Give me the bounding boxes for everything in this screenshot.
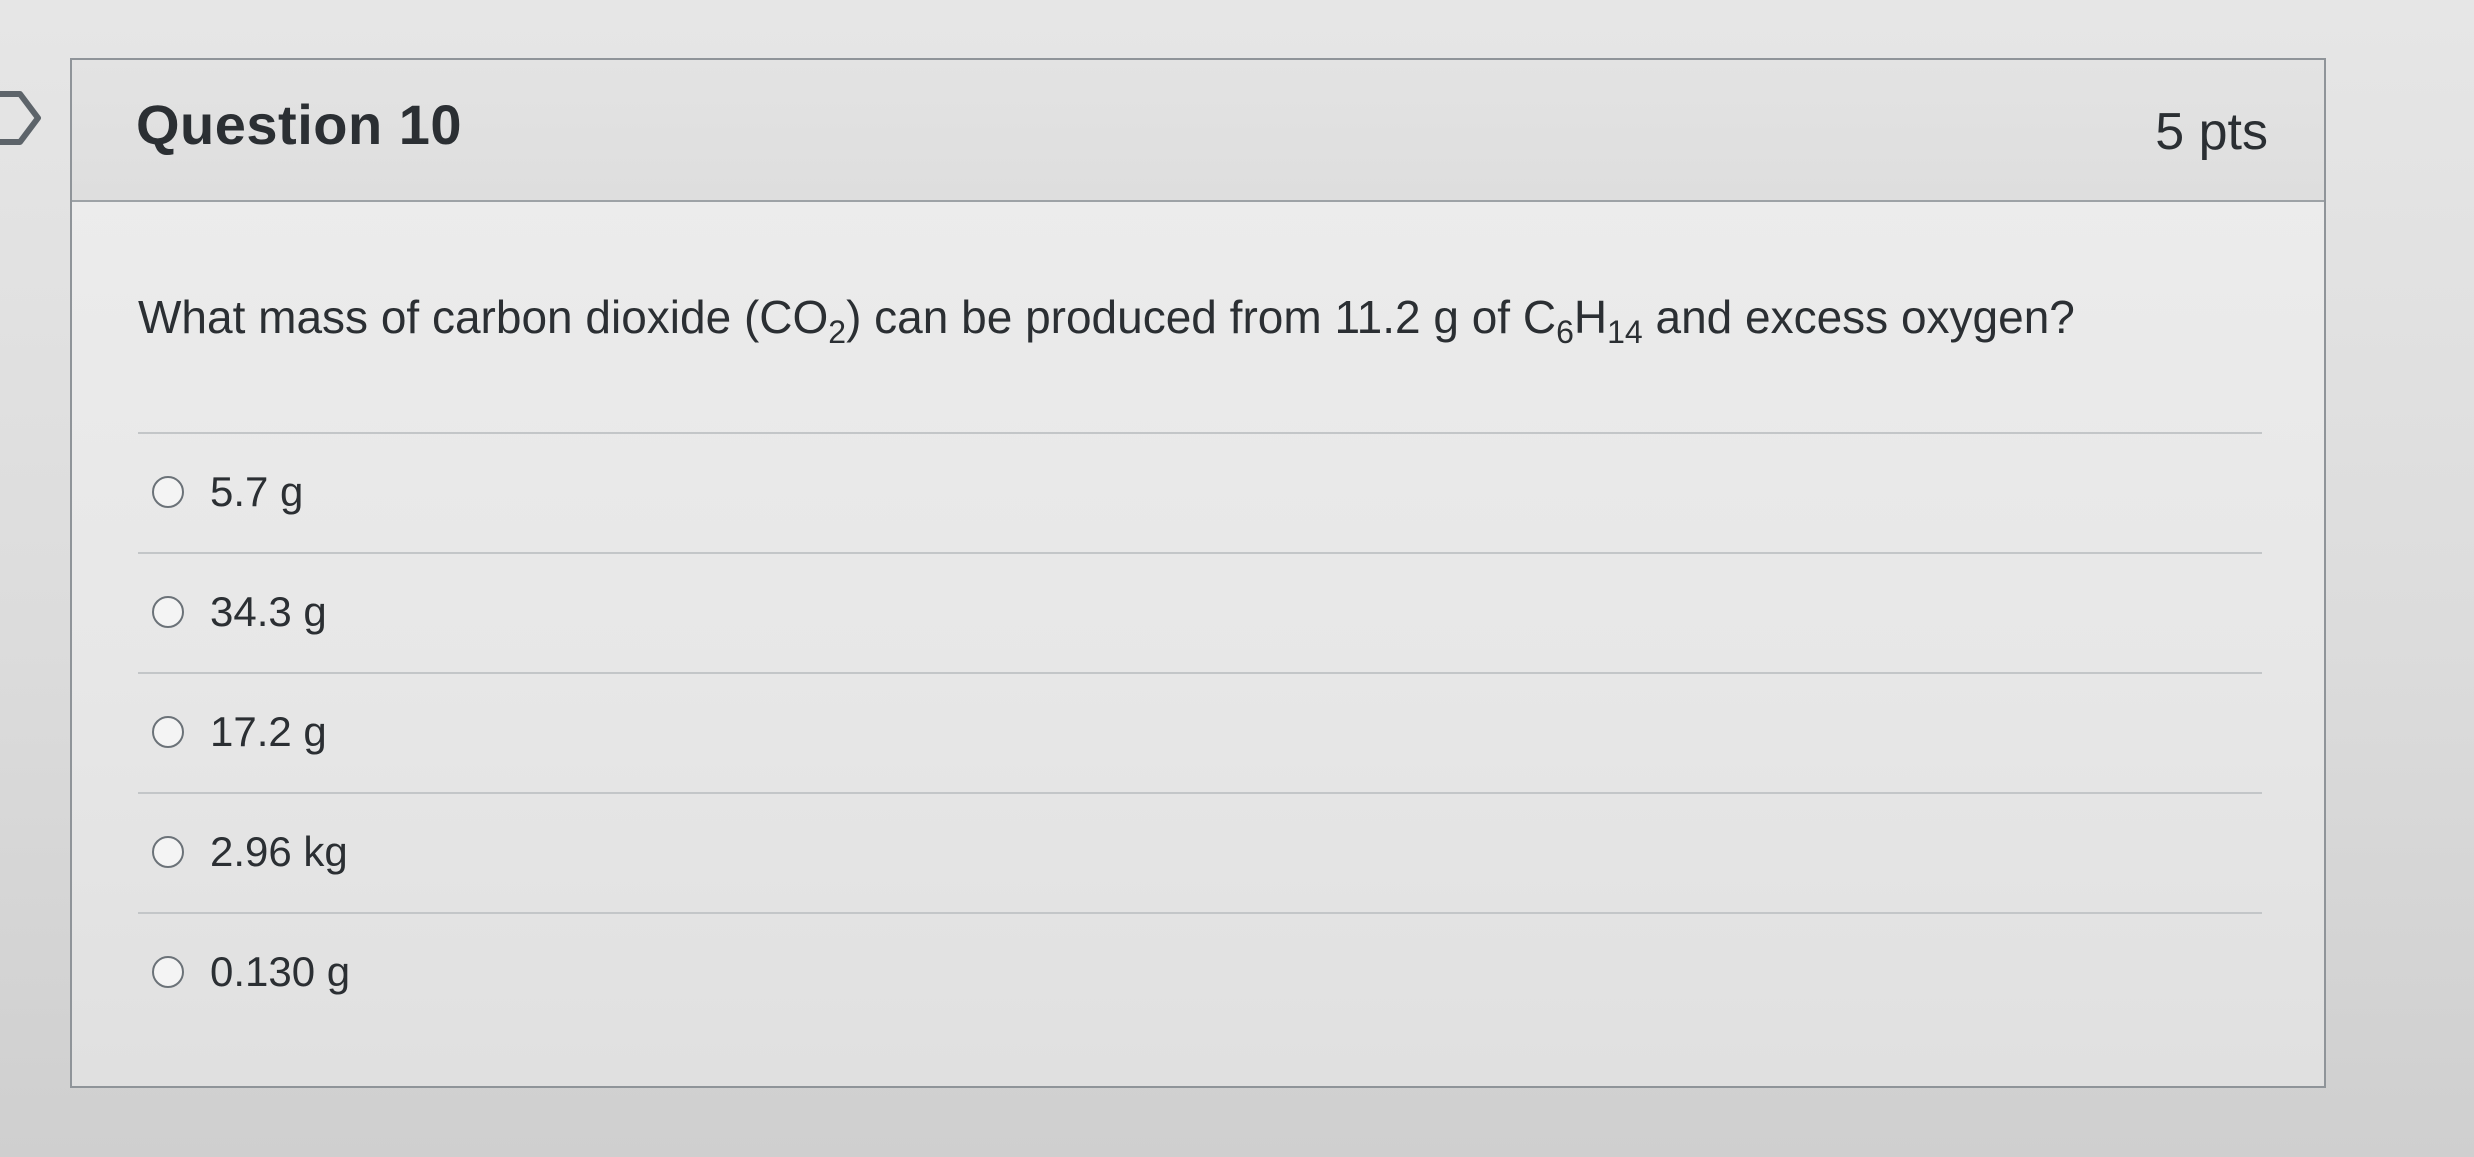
- answer-divider: [138, 432, 2262, 434]
- subscript: 6: [1556, 314, 1574, 350]
- radio-unchecked-icon[interactable]: [152, 476, 184, 508]
- question-title: Question 10: [136, 93, 463, 156]
- subscript: 2: [828, 314, 847, 350]
- radio-unchecked-icon[interactable]: [152, 596, 184, 628]
- question-card: Question 10 5 pts What mass of carbon di…: [70, 58, 2326, 1088]
- question-header: Question 10 5 pts: [72, 60, 2324, 202]
- answer-divider: [138, 912, 2262, 914]
- answer-label: 17.2 g: [210, 708, 327, 755]
- answer-label: 0.130 g: [210, 948, 351, 995]
- answer-label: 2.96 kg: [210, 828, 348, 875]
- answer-divider: [138, 792, 2262, 794]
- answer-option-5[interactable]: 0.130 g: [152, 937, 350, 1007]
- question-text-part: and excess oxygen?: [1642, 291, 2075, 343]
- question-text: What mass of carbon dioxide (CO2) can be…: [138, 290, 2075, 351]
- answer-divider: [138, 672, 2262, 674]
- question-text-part: What mass of carbon dioxide (CO: [138, 291, 829, 343]
- radio-unchecked-icon[interactable]: [152, 716, 184, 748]
- question-text-part: H: [1573, 291, 1608, 343]
- question-points: 5 pts: [2155, 103, 2268, 161]
- subscript: 14: [1607, 314, 1643, 350]
- answer-option-4[interactable]: 2.96 kg: [152, 817, 348, 887]
- answer-label: 5.7 g: [210, 468, 304, 515]
- answer-option-2[interactable]: 34.3 g: [152, 577, 327, 647]
- question-text-part: ) can be produced from 11.2 g of C: [846, 291, 1557, 343]
- answer-divider: [138, 552, 2262, 554]
- radio-unchecked-icon[interactable]: [152, 956, 184, 988]
- answer-option-1[interactable]: 5.7 g: [152, 457, 303, 527]
- answer-label: 34.3 g: [210, 588, 327, 635]
- answer-option-3[interactable]: 17.2 g: [152, 697, 327, 767]
- flag-marker-icon[interactable]: [0, 88, 50, 148]
- radio-unchecked-icon[interactable]: [152, 836, 184, 868]
